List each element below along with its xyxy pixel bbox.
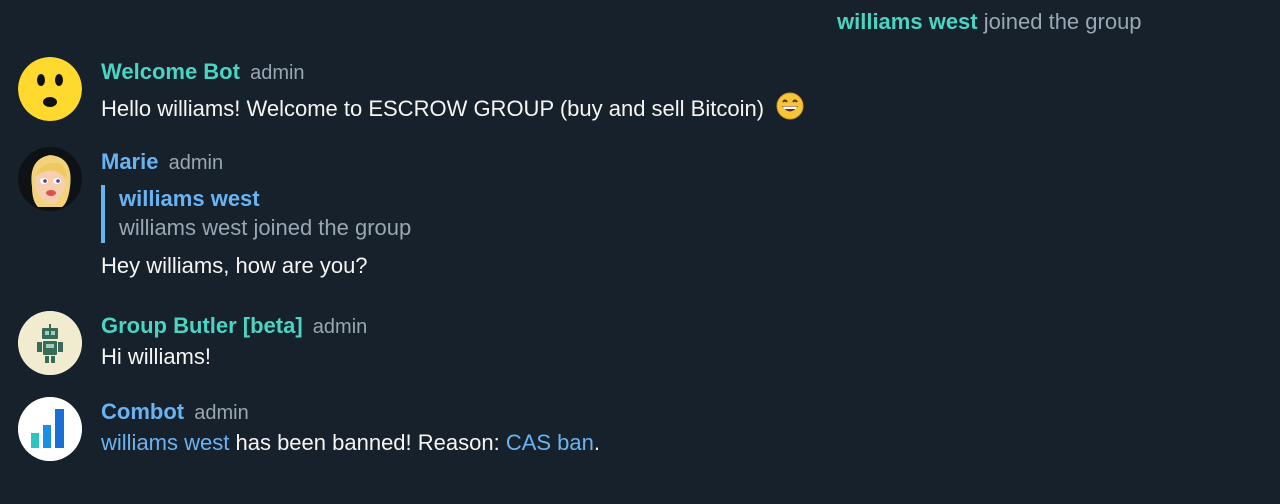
message-header: Marie admin (101, 148, 1240, 177)
message-header: Combot admin (101, 398, 1240, 427)
avatar-group-butler[interactable] (18, 311, 82, 375)
message-text: Hi williams! (101, 344, 211, 369)
role-badge: admin (312, 316, 368, 338)
message-text-content: Hello williams! Welcome to ESCROW GROUP … (101, 96, 765, 121)
message-header: Welcome Bot admin (101, 58, 1240, 87)
sender-name[interactable]: Combot (101, 399, 184, 424)
avatar-welcome-bot[interactable] (18, 57, 82, 121)
service-user-link[interactable]: williams west (837, 9, 978, 34)
message-text: Hello williams! Welcome to ESCROW GROUP … (101, 92, 1240, 128)
sender-name[interactable]: Group Butler [beta] (101, 313, 303, 338)
user-mention-link[interactable]: williams west (101, 430, 229, 455)
reply-quote[interactable]: williams west williams west joined the g… (101, 185, 1240, 243)
bar-chart-logo-icon (18, 397, 82, 461)
period-text: . (593, 430, 601, 455)
robot-avatar-icon (18, 311, 82, 375)
smiley-avatar-icon (18, 57, 82, 121)
cartoon-girl-avatar-icon (18, 147, 82, 211)
reason-link[interactable]: CAS ban (506, 430, 594, 455)
service-message: williams west joined the group (837, 8, 1142, 36)
message-text: williams west has been banned! Reason: C… (101, 428, 1240, 458)
role-badge: admin (250, 62, 305, 84)
sender-name[interactable]: Marie (101, 149, 158, 174)
service-text: joined the group (983, 9, 1142, 34)
avatar-combot[interactable] (18, 397, 82, 461)
sender-name[interactable]: Welcome Bot (101, 59, 240, 84)
grinning-face-icon (776, 92, 804, 128)
message-header: Group Butler [beta] admin (101, 312, 1240, 341)
ban-text: has been banned! Reason: (235, 430, 500, 455)
role-badge: admin (194, 402, 249, 424)
message-text: Hey williams, how are you? (101, 253, 368, 278)
chat-history[interactable]: williams west joined the group Welcome B… (0, 0, 1280, 504)
reply-author: williams west (119, 186, 260, 211)
role-badge: admin (168, 152, 224, 174)
reply-text: williams west joined the group (119, 215, 412, 240)
avatar-marie[interactable] (18, 147, 82, 211)
